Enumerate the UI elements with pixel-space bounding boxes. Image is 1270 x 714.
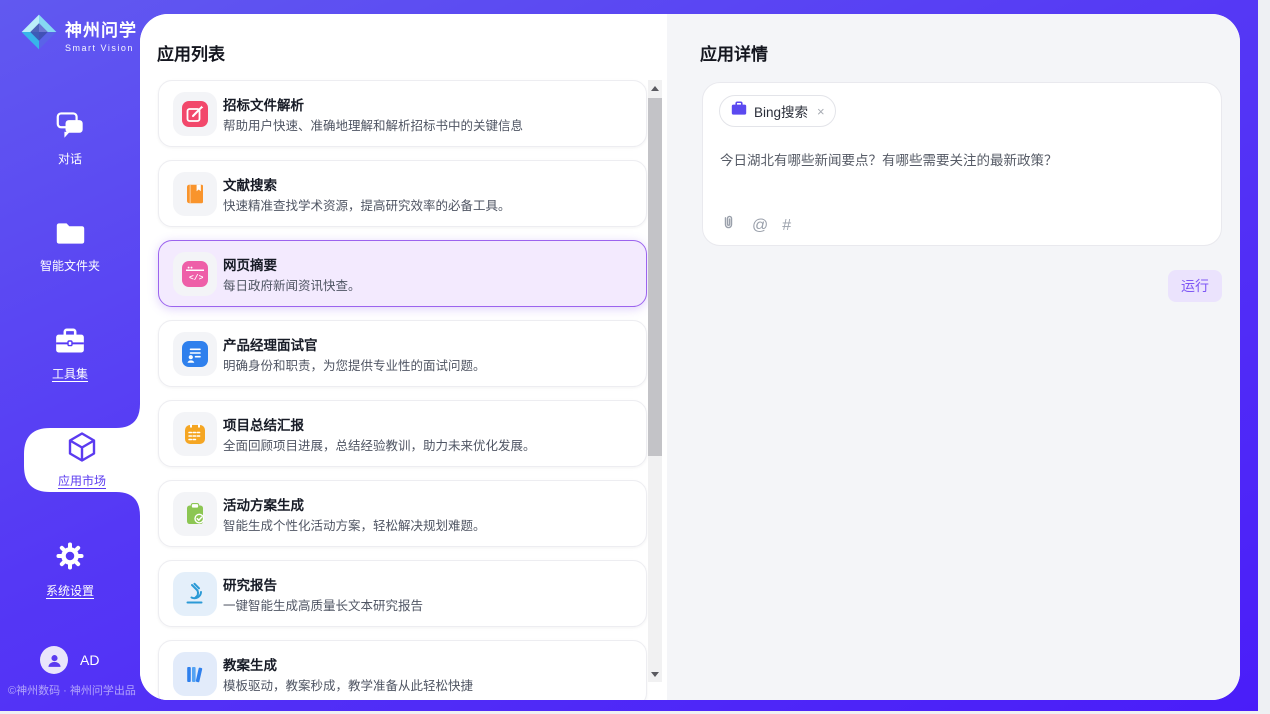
app-card-list: 招标文件解析 帮助用户快速、准确地理解和解析招标书中的关键信息 文献搜索: [158, 80, 647, 700]
app-list-title: 应用列表: [157, 40, 225, 65]
close-icon[interactable]: ×: [817, 104, 825, 119]
toolbox-icon: [55, 328, 85, 359]
user-account[interactable]: AD: [40, 646, 99, 674]
gear-icon: [55, 541, 85, 576]
scroll-down-arrow-icon[interactable]: [648, 666, 662, 682]
clipboard-check-icon: [173, 492, 217, 536]
sidebar: 神州问学 Smart Vision 对话: [0, 0, 140, 711]
purple-frame: 神州问学 Smart Vision 对话: [0, 0, 1258, 711]
sidebar-item-smart-folder[interactable]: 智能文件夹: [0, 221, 140, 274]
app-card-lesson-plan[interactable]: 教案生成 模板驱动，教案秒成，教学准备从此轻松快捷: [158, 640, 647, 700]
sidebar-item-label: 工具集: [52, 365, 88, 382]
browser-code-icon: </>: [173, 252, 217, 296]
sidebar-item-label: 系统设置: [46, 582, 94, 599]
app-card-desc: 模板驱动，教案秒成，教学准备从此轻松快捷: [223, 675, 473, 694]
query-input-card: Bing搜索 × 今日湖北有哪些新闻要点？有哪些需要关注的最新政策？ @ #: [702, 82, 1222, 246]
query-text[interactable]: 今日湖北有哪些新闻要点？有哪些需要关注的最新政策？: [720, 151, 1200, 171]
avatar: [40, 646, 68, 674]
brand-subtitle: Smart Vision: [65, 43, 137, 53]
sidebar-footer: ©神州数码 · 神州问学出品: [8, 682, 136, 698]
app-card-research-report[interactable]: 研究报告 一键智能生成高质量长文本研究报告: [158, 560, 647, 627]
app-card-desc: 明确身份和职责，为您提供专业性的面试问题。: [223, 355, 486, 374]
app-card-desc: 快速精准查找学术资源，提高研究效率的必备工具。: [223, 195, 511, 214]
app-card-project-summary[interactable]: 项目总结汇报 全面回顾项目进展，总结经验教训，助力未来优化发展。: [158, 400, 647, 467]
hash-icon[interactable]: #: [782, 217, 791, 235]
app-card-title: 招标文件解析: [223, 94, 304, 114]
app-detail-panel: 应用详情 Bing搜索 × 今日湖北有哪些新闻要点？有哪些需要关注的最新政策？: [667, 14, 1240, 700]
sidebar-item-label: 对话: [58, 150, 82, 167]
sidebar-item-settings[interactable]: 系统设置: [0, 541, 140, 599]
app-detail-title: 应用详情: [700, 40, 768, 65]
tool-chip-bing-search[interactable]: Bing搜索 ×: [719, 95, 836, 127]
app-list-panel: 应用列表 招标文件解析 帮助用户快速、准确地理解和解析招标书: [140, 14, 667, 700]
scroll-up-arrow-icon[interactable]: [648, 80, 662, 96]
app-card-title: 教案生成: [223, 654, 277, 674]
doc-edit-icon: [173, 92, 217, 136]
content-panel: 应用列表 招标文件解析 帮助用户快速、准确地理解和解析招标书: [140, 14, 1240, 700]
attachment-toolbar: @ #: [719, 213, 791, 238]
app-card-web-summary[interactable]: </> 网页摘要 每日政府新闻资讯快查。: [158, 240, 647, 307]
app-card-title: 项目总结汇报: [223, 414, 304, 434]
mention-at-icon[interactable]: @: [752, 217, 768, 235]
app-card-desc: 一键智能生成高质量长文本研究报告: [223, 595, 423, 614]
app-card-desc: 每日政府新闻资讯快查。: [223, 275, 361, 294]
paperclip-icon[interactable]: [719, 213, 738, 238]
note-icon: [173, 412, 217, 456]
list-scrollbar[interactable]: [648, 80, 662, 682]
book-icon: [173, 172, 217, 216]
books-icon: [173, 652, 217, 696]
app-card-desc: 智能生成个性化活动方案，轻松解决规划难题。: [223, 515, 486, 534]
app-card-desc: 全面回顾项目进展，总结经验教训，助力未来优化发展。: [223, 435, 536, 454]
cube-icon: [67, 431, 97, 468]
brand-name: 神州问学: [65, 16, 137, 41]
user-initials: AD: [80, 652, 99, 668]
tool-chip-label: Bing搜索: [754, 101, 808, 121]
app-card-literature-search[interactable]: 文献搜索 快速精准查找学术资源，提高研究效率的必备工具。: [158, 160, 647, 227]
app-card-bid-doc-analysis[interactable]: 招标文件解析 帮助用户快速、准确地理解和解析招标书中的关键信息: [158, 80, 647, 147]
run-button[interactable]: 运行: [1168, 270, 1222, 302]
app-card-title: 活动方案生成: [223, 494, 304, 514]
brand-text: 神州问学 Smart Vision: [65, 16, 137, 53]
chat-icon: [55, 110, 86, 144]
sidebar-item-toolbox[interactable]: 工具集: [0, 328, 140, 382]
sidebar-item-app-market[interactable]: 应用市场: [24, 428, 140, 492]
svg-text:</>: </>: [189, 274, 204, 283]
app-card-title: 产品经理面试官: [223, 334, 318, 354]
app-card-title: 网页摘要: [223, 254, 277, 274]
scrollbar-thumb[interactable]: [648, 98, 662, 456]
app-card-title: 文献搜索: [223, 174, 277, 194]
sidebar-item-chat[interactable]: 对话: [0, 110, 140, 167]
app-card-title: 研究报告: [223, 574, 277, 594]
briefcase-icon: [731, 101, 747, 121]
doc-person-icon: [173, 332, 217, 376]
app-card-event-plan[interactable]: 活动方案生成 智能生成个性化活动方案，轻松解决规划难题。: [158, 480, 647, 547]
sidebar-item-label: 应用市场: [58, 472, 106, 489]
sidebar-item-label: 智能文件夹: [40, 257, 100, 274]
brand-logo: 神州问学 Smart Vision: [20, 13, 137, 56]
logo-diamond-icon: [20, 13, 58, 56]
app-window: 神州问学 Smart Vision 对话: [0, 0, 1270, 714]
microscope-icon: [173, 572, 217, 616]
app-card-pm-interviewer[interactable]: 产品经理面试官 明确身份和职责，为您提供专业性的面试问题。: [158, 320, 647, 387]
app-card-desc: 帮助用户快速、准确地理解和解析招标书中的关键信息: [223, 115, 523, 134]
folder-icon: [55, 221, 86, 251]
